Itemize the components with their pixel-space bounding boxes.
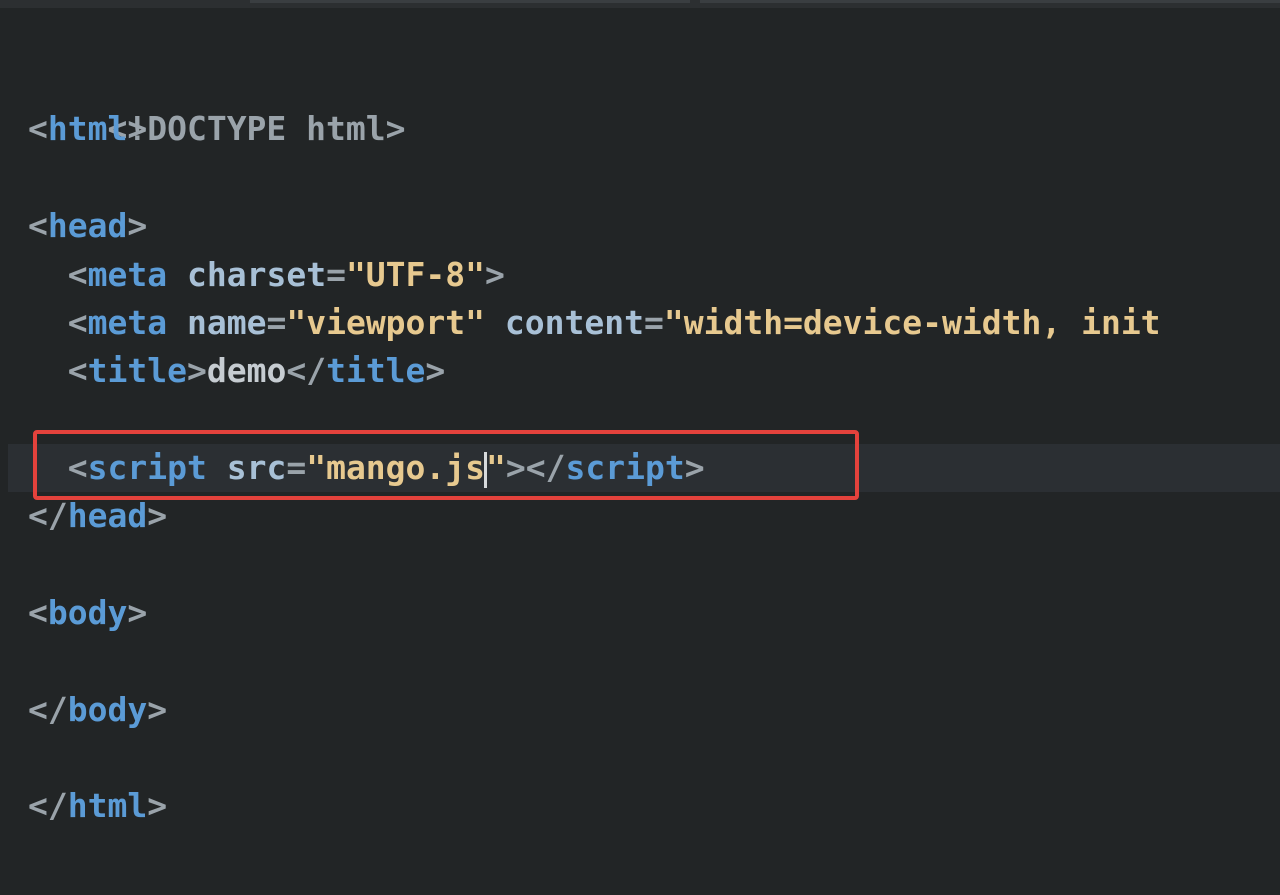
editor-top-bar bbox=[0, 0, 1280, 8]
punct: > bbox=[186, 351, 207, 390]
tag-name: html bbox=[67, 786, 148, 825]
punct: </ bbox=[28, 496, 68, 535]
code-line-doctype: <!DOCTYPE html> bbox=[28, 57, 405, 148]
punct: > bbox=[127, 109, 148, 148]
tag-name: html bbox=[47, 109, 128, 148]
tab-strip-segment bbox=[250, 0, 690, 3]
punct: </ bbox=[28, 690, 68, 729]
punct: < bbox=[28, 206, 48, 245]
tab-strip-segment bbox=[700, 0, 1280, 3]
tag-name: meta bbox=[87, 255, 168, 294]
tag-name: title bbox=[87, 351, 187, 390]
code-editor[interactable]: <!DOCTYPE html> <html> <head> <meta char… bbox=[0, 0, 1280, 895]
punct: = bbox=[266, 303, 287, 342]
attr-value: "UTF-8" bbox=[345, 255, 486, 294]
tag-name: head bbox=[67, 496, 148, 535]
attr-name: content bbox=[504, 303, 644, 342]
tag-name: body bbox=[47, 593, 128, 632]
punct: > bbox=[147, 786, 168, 825]
punct: </ bbox=[286, 351, 327, 390]
tag-name: body bbox=[67, 690, 148, 729]
punct: > bbox=[127, 206, 148, 245]
punct: < bbox=[28, 109, 48, 148]
attr-name: name bbox=[186, 303, 267, 342]
code-line-title: <title>demo</title> bbox=[28, 347, 446, 395]
code-line-html-close: </html> bbox=[28, 782, 167, 830]
punct: </ bbox=[28, 786, 68, 825]
punct: > bbox=[147, 496, 168, 535]
code-line-body-close: </body> bbox=[28, 686, 167, 734]
punct: > bbox=[425, 351, 446, 390]
punct: < bbox=[67, 303, 88, 342]
attr-value: "width=device-width, init bbox=[663, 303, 1161, 342]
code-line-meta-viewport: <meta name="viewport" content="width=dev… bbox=[28, 299, 1161, 347]
punct: < bbox=[28, 593, 48, 632]
tag-name: meta bbox=[87, 303, 168, 342]
attr-value: "viewport" bbox=[286, 303, 486, 342]
code-line-meta-charset: <meta charset="UTF-8"> bbox=[28, 251, 505, 299]
attr-name: charset bbox=[186, 255, 327, 294]
punct: = bbox=[326, 255, 346, 294]
punct: > bbox=[127, 593, 148, 632]
red-highlight-box bbox=[33, 430, 859, 500]
code-line-head-open: <head> bbox=[28, 202, 147, 250]
punct: > bbox=[147, 690, 168, 729]
punct: = bbox=[643, 303, 664, 342]
punct: > bbox=[485, 255, 505, 294]
code-line-html-open: <html> bbox=[28, 105, 147, 153]
tag-name: title bbox=[326, 351, 426, 390]
title-text: demo bbox=[206, 351, 287, 390]
punct: < bbox=[67, 351, 88, 390]
tag-name: head bbox=[47, 206, 128, 245]
code-line-body-open: <body> bbox=[28, 589, 147, 637]
doctype-text: <!DOCTYPE html> bbox=[107, 109, 406, 148]
punct: < bbox=[67, 255, 88, 294]
